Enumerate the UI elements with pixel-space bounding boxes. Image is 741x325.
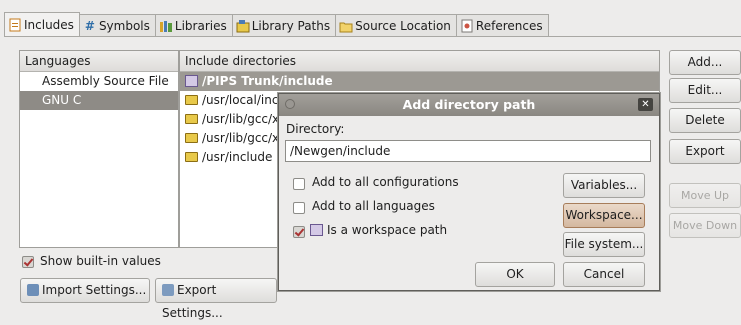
include-dir-path: /usr/lib/gcc/x8 [202, 112, 287, 126]
languages-table[interactable]: Languages Assembly Source File GNU C [19, 50, 179, 248]
includes-icon [8, 18, 22, 32]
tab-symbols[interactable]: # Symbols [79, 14, 156, 36]
ok-button[interactable]: OK [475, 262, 555, 287]
include-dir-path: /usr/include [202, 150, 273, 164]
tab-label: Source Location [355, 18, 451, 33]
folder-icon [185, 95, 198, 105]
tab-label: Library Paths [251, 18, 331, 33]
language-item[interactable]: Assembly Source File [20, 72, 178, 91]
import-settings-label: Import Settings... [42, 283, 147, 297]
tab-libraries[interactable]: Libraries [155, 14, 233, 36]
export-button[interactable]: Export [669, 139, 741, 164]
include-dir-path: /usr/lib/gcc/x8 [202, 131, 287, 145]
directory-label: Directory: [286, 122, 345, 136]
import-icon [27, 284, 39, 296]
tab-label: Libraries [174, 18, 227, 33]
libraries-icon [159, 19, 173, 33]
all-configurations-checkbox[interactable] [293, 178, 305, 190]
hash-icon: # [84, 18, 95, 33]
tab-bar: Includes # Symbols Libraries Library Path… [4, 12, 549, 36]
tab-includes[interactable]: Includes [4, 12, 80, 36]
include-dir-path: /PIPS Trunk/include [202, 74, 333, 88]
edit-button[interactable]: Edit... [669, 78, 741, 103]
workspace-project-icon [310, 224, 323, 236]
workspace-button[interactable]: Workspace... [563, 203, 645, 228]
move-down-button[interactable]: Move Down [669, 213, 741, 238]
all-configurations-label: Add to all configurations [312, 175, 459, 189]
tab-references[interactable]: References [456, 14, 549, 36]
folder-icon [185, 133, 198, 143]
include-directories-header[interactable]: Include directories [180, 51, 659, 72]
all-languages-label: Add to all languages [312, 199, 435, 213]
variables-button[interactable]: Variables... [563, 173, 645, 198]
tab-library-paths[interactable]: Library Paths [232, 14, 337, 36]
folder-icon [185, 152, 198, 162]
project-icon [185, 75, 198, 87]
tab-source-location[interactable]: Source Location [336, 14, 457, 36]
workspace-path-checkbox[interactable] [293, 226, 305, 238]
header-label: Include directories [185, 54, 297, 68]
tab-label: Includes [24, 17, 74, 32]
dialog-titlebar[interactable]: Add directory path ✕ [279, 94, 659, 116]
show-builtin-label: Show built-in values [40, 254, 161, 268]
add-button[interactable]: Add... [669, 50, 741, 75]
include-dir-path: /usr/local/incl [202, 93, 282, 107]
file-system-button[interactable]: File system... [563, 232, 645, 257]
language-item-selected[interactable]: GNU C [20, 91, 178, 110]
window-menu-icon[interactable] [285, 99, 295, 109]
folder-icon [185, 114, 198, 124]
include-dir-row[interactable]: /PIPS Trunk/include [180, 72, 659, 91]
tab-label: References [475, 18, 543, 33]
tab-divider [4, 36, 741, 37]
add-directory-dialog: Add directory path ✕ Directory: /Newgen/… [278, 93, 660, 291]
library-paths-icon [236, 19, 250, 33]
directory-input[interactable]: /Newgen/include [285, 140, 651, 162]
dialog-title: Add directory path [402, 97, 536, 112]
source-folder-icon [339, 19, 353, 33]
close-icon[interactable]: ✕ [638, 98, 653, 111]
show-builtin-checkbox[interactable] [22, 256, 34, 268]
languages-header[interactable]: Languages [20, 51, 178, 72]
tab-label: Symbols [98, 18, 150, 33]
cancel-button[interactable]: Cancel [563, 262, 645, 287]
move-up-button[interactable]: Move Up [669, 183, 741, 208]
references-icon [460, 19, 474, 33]
export-icon [162, 284, 174, 296]
all-languages-checkbox[interactable] [293, 202, 305, 214]
workspace-path-label: Is a workspace path [327, 223, 448, 237]
delete-button[interactable]: Delete [669, 108, 741, 133]
